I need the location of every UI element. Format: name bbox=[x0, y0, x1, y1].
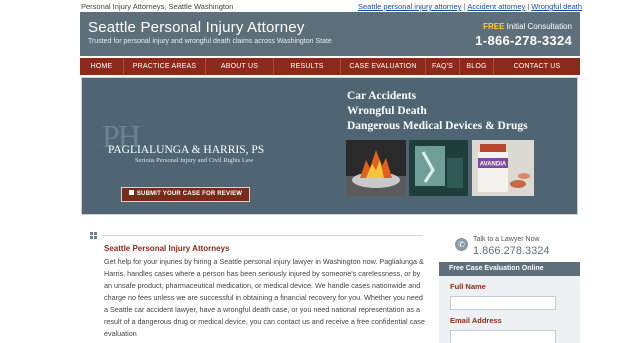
talk-to-lawyer-label: Talk to a Lawyer Now bbox=[473, 236, 540, 243]
main-nav: HOME PRACTICE AREAS ABOUT US RESULTS CAS… bbox=[80, 58, 580, 75]
email-field[interactable] bbox=[450, 330, 556, 343]
headline-medical-devices: Dangerous Medical Devices & Drugs bbox=[347, 120, 528, 132]
free-label: FREE bbox=[483, 22, 505, 31]
case-evaluation-form-title: Free Case Evaluation Online bbox=[439, 262, 580, 276]
headline-car-accidents: Car Accidents bbox=[347, 90, 417, 102]
sidebar-phone[interactable]: 1.866.278.3324 bbox=[473, 245, 549, 257]
content-divider bbox=[103, 235, 423, 236]
nav-faqs[interactable]: FAQ'S bbox=[426, 58, 460, 75]
submit-case-button[interactable]: SUBMIT YOUR CASE FOR REVIEW bbox=[121, 187, 250, 202]
free-consultation: FREE Initial Consultation bbox=[483, 22, 572, 31]
submit-case-label: SUBMIT YOUR CASE FOR REVIEW bbox=[136, 191, 243, 197]
nav-practice-areas[interactable]: PRACTICE AREAS bbox=[124, 58, 206, 75]
top-links: Seattle personal injury attorney | Acciden… bbox=[358, 2, 582, 11]
header-phone[interactable]: 1-866-278-3324 bbox=[475, 33, 572, 48]
square-bullet-icon bbox=[128, 190, 134, 195]
nav-results[interactable]: RESULTS bbox=[274, 58, 341, 75]
phone-icon: ✆ bbox=[455, 238, 468, 251]
site-subtitle: Trusted for personal injury and wrongful… bbox=[88, 38, 332, 45]
full-name-label: Full Name bbox=[450, 282, 486, 291]
sidebar: ✆ Talk to a Lawyer Now 1.866.278.3324 Fr… bbox=[439, 228, 580, 343]
banner-photos: AVANDIA bbox=[346, 140, 536, 196]
car-fire-photo bbox=[346, 140, 406, 196]
nav-blog[interactable]: BLOG bbox=[460, 58, 494, 75]
site-header: Seattle Personal Injury Attorney Trusted… bbox=[80, 12, 580, 56]
firm-name: PAGLIALUNGA & HARRIS, PS bbox=[108, 144, 265, 156]
email-label: Email Address bbox=[450, 316, 502, 325]
firm-tagline: Serious Personal Injury and Civil Rights… bbox=[135, 157, 254, 164]
link-wrongful-death[interactable]: Wrongful death bbox=[531, 2, 582, 11]
nav-contact-us[interactable]: CONTACT US bbox=[494, 58, 580, 75]
hero-banner: PH PAGLIALUNGA & HARRIS, PS Serious Pers… bbox=[81, 77, 578, 215]
medical-scan-photo bbox=[409, 140, 468, 196]
pill-bottle-photo: AVANDIA bbox=[472, 140, 534, 196]
link-seattle-personal-injury-attorney[interactable]: Seattle personal injury attorney bbox=[358, 2, 461, 11]
case-evaluation-form: Full Name Email Address bbox=[439, 276, 580, 343]
site-title[interactable]: Seattle Personal Injury Attorney bbox=[88, 19, 305, 36]
headline-wrongful-death: Wrongful Death bbox=[347, 105, 427, 117]
content-body: Get help for your injuries by hiring a S… bbox=[104, 257, 425, 338]
top-tagline: Personal Injury Attorneys, Seattle Washi… bbox=[81, 2, 234, 11]
top-bar: Personal Injury Attorneys, Seattle Washi… bbox=[0, 0, 640, 12]
content-title: Seattle Personal Injury Attorneys bbox=[104, 244, 230, 253]
nav-about-us[interactable]: ABOUT US bbox=[206, 58, 274, 75]
pill-bottle-label: AVANDIA bbox=[480, 162, 507, 168]
full-name-field[interactable] bbox=[450, 296, 556, 310]
consultation-label: Initial Consultation bbox=[504, 22, 572, 31]
grid-icon bbox=[90, 232, 97, 239]
nav-case-evaluation[interactable]: CASE EVALUATION bbox=[341, 58, 426, 75]
link-accident-attorney[interactable]: Accident attorney bbox=[467, 2, 525, 11]
nav-home[interactable]: HOME bbox=[80, 58, 124, 75]
